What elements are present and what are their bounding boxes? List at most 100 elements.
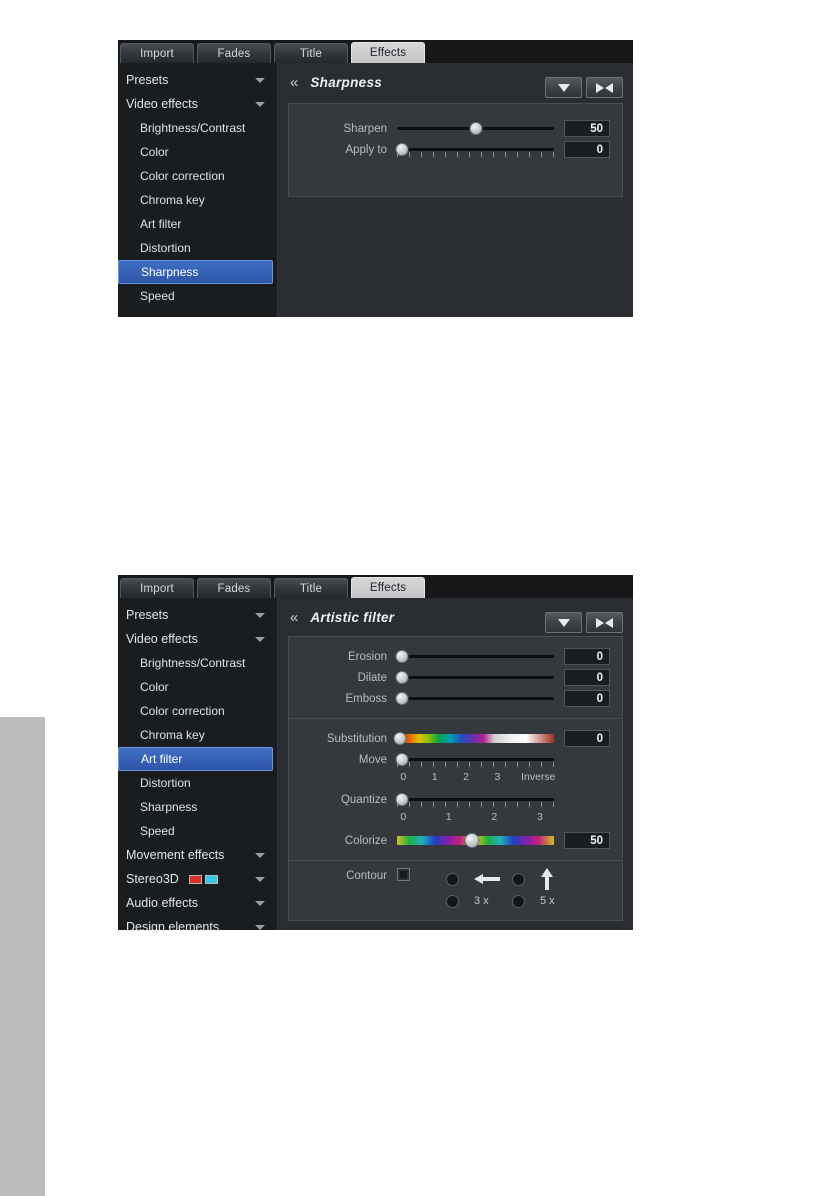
contour-radio-up[interactable]	[512, 872, 525, 886]
reset-button[interactable]	[586, 77, 623, 98]
sidebar-item-color-correction[interactable]: Color correction	[118, 164, 277, 188]
tick-marks	[397, 802, 554, 807]
sidebar-item-video-effects[interactable]: Video effects	[118, 627, 277, 651]
contour-checkbox[interactable]	[397, 868, 410, 881]
sharpen-value[interactable]: 50	[564, 120, 610, 137]
sidebar-item-distortion[interactable]: Distortion	[118, 236, 277, 260]
sidebar-item-label: Chroma key	[140, 728, 205, 742]
dilate-slider[interactable]	[395, 670, 554, 686]
tab-import[interactable]: Import	[120, 43, 194, 63]
triangle-down-icon	[557, 83, 570, 92]
sidebar-item-art-filter[interactable]: Art filter	[118, 212, 277, 236]
preset-dropdown-button[interactable]	[545, 77, 582, 98]
tab-effects[interactable]: Effects	[351, 577, 425, 598]
tab-fades[interactable]: Fades	[197, 43, 271, 63]
tab-title[interactable]: Title	[274, 43, 348, 63]
sidebar-item-sharpness[interactable]: Sharpness	[118, 795, 277, 819]
arrow-up-icon	[532, 867, 578, 891]
sidebar-item-stereo3d[interactable]: Stereo3D	[118, 867, 277, 891]
colorize-slider[interactable]	[397, 833, 554, 849]
tick-marks	[397, 152, 554, 157]
sidebar-item-presets[interactable]: Presets	[118, 68, 277, 92]
emboss-value[interactable]: 0	[564, 690, 610, 707]
sidebar-item-audio-effects[interactable]: Audio effects	[118, 891, 277, 915]
slider-label: Sharpen	[343, 122, 387, 135]
effect-settings-pane: « Artistic filter Erosion 0 Dilate 0 Emb…	[278, 598, 633, 930]
sidebar-item-label: Chroma key	[140, 193, 205, 207]
contour-radio-left[interactable]	[446, 872, 459, 886]
slider-knob[interactable]	[393, 732, 407, 745]
contour-row: Contour 3 x 5 x	[289, 861, 622, 920]
collapse-back-icon[interactable]: «	[290, 610, 298, 625]
apply-to-value[interactable]: 0	[564, 141, 610, 158]
tick-label: 1	[445, 811, 452, 823]
sidebar-item-movement-effects[interactable]: Movement effects	[118, 843, 277, 867]
sidebar-item-distortion[interactable]: Distortion	[118, 771, 277, 795]
slider-label: Emboss	[345, 692, 387, 705]
sharpness-controls-group: Sharpen 50 Apply to 0	[288, 103, 623, 197]
tick-marks	[397, 762, 554, 767]
tick-label: 1	[431, 771, 438, 783]
contour-radio-5x[interactable]	[512, 894, 525, 908]
collapse-back-icon[interactable]: «	[290, 75, 298, 90]
slider-row-colorize: Colorize 50	[289, 830, 610, 851]
sidebar-item-presets[interactable]: Presets	[118, 603, 277, 627]
tab-title[interactable]: Title	[274, 578, 348, 598]
chevron-down-icon[interactable]	[255, 101, 265, 107]
chevron-down-icon[interactable]	[255, 852, 265, 858]
emboss-slider[interactable]	[395, 691, 554, 707]
tab-fades[interactable]: Fades	[197, 578, 271, 598]
chevron-down-icon[interactable]	[255, 612, 265, 618]
tick-label: 3	[536, 811, 543, 823]
preset-dropdown-button[interactable]	[545, 612, 582, 633]
sidebar-item-chroma-key[interactable]: Chroma key	[118, 188, 277, 212]
erosion-slider[interactable]	[395, 649, 554, 665]
tick-label: 0	[400, 811, 407, 823]
chevron-down-icon[interactable]	[255, 876, 265, 882]
sidebar-item-color-correction[interactable]: Color correction	[118, 699, 277, 723]
sidebar-item-chroma-key[interactable]: Chroma key	[118, 723, 277, 747]
colorize-value[interactable]: 50	[564, 832, 610, 849]
sidebar-item-brightness-contrast[interactable]: Brightness/Contrast	[118, 651, 277, 675]
sidebar-item-video-effects[interactable]: Video effects	[118, 92, 277, 116]
reset-button[interactable]	[586, 612, 623, 633]
tab-label: Import	[140, 582, 174, 595]
sidebar-item-color[interactable]: Color	[118, 675, 277, 699]
erosion-value[interactable]: 0	[564, 648, 610, 665]
dilate-value[interactable]: 0	[564, 669, 610, 686]
sidebar-item-speed[interactable]: Speed	[118, 284, 277, 308]
tab-import[interactable]: Import	[120, 578, 194, 598]
chevron-down-icon[interactable]	[255, 900, 265, 906]
chevron-down-icon[interactable]	[255, 924, 265, 930]
slider-knob[interactable]	[395, 692, 409, 705]
tab-effects[interactable]: Effects	[351, 42, 425, 63]
sidebar-item-speed[interactable]: Speed	[118, 819, 277, 843]
tab-bar: Import Fades Title Effects	[118, 575, 633, 598]
slider-knob[interactable]	[464, 833, 480, 848]
sidebar-item-label: Distortion	[140, 241, 191, 255]
sidebar-item-color[interactable]: Color	[118, 140, 277, 164]
slider-knob[interactable]	[469, 122, 482, 135]
contour-radio-3x[interactable]	[446, 894, 459, 908]
panel-body: Presets Video effects Brightness/Contras…	[118, 63, 633, 317]
sidebar-item-label: Color correction	[140, 704, 225, 718]
sidebar-item-label: Brightness/Contrast	[140, 121, 246, 135]
substitution-slider[interactable]	[393, 731, 554, 747]
substitution-value[interactable]: 0	[564, 730, 610, 747]
header-buttons	[545, 612, 623, 633]
sidebar-item-art-filter[interactable]: Art filter	[118, 747, 273, 771]
slider-knob[interactable]	[395, 671, 409, 684]
sidebar-item-label: Video effects	[126, 97, 198, 111]
sidebar-item-design-elements[interactable]: Design elements	[118, 915, 277, 939]
sidebar-item-label: Art filter	[140, 217, 182, 231]
sidebar-item-sharpness[interactable]: Sharpness	[118, 260, 273, 284]
sidebar-item-brightness-contrast[interactable]: Brightness/Contrast	[118, 116, 277, 140]
chevron-down-icon[interactable]	[255, 636, 265, 642]
effects-tree-sidebar: Presets Video effects Brightness/Contras…	[118, 598, 278, 934]
header-buttons	[545, 77, 623, 98]
chevron-down-icon[interactable]	[255, 77, 265, 83]
sharpen-slider[interactable]	[397, 121, 554, 137]
page-title: Artistic filter	[310, 609, 395, 625]
sidebar-item-label: Speed	[140, 289, 175, 303]
slider-knob[interactable]	[395, 650, 409, 663]
